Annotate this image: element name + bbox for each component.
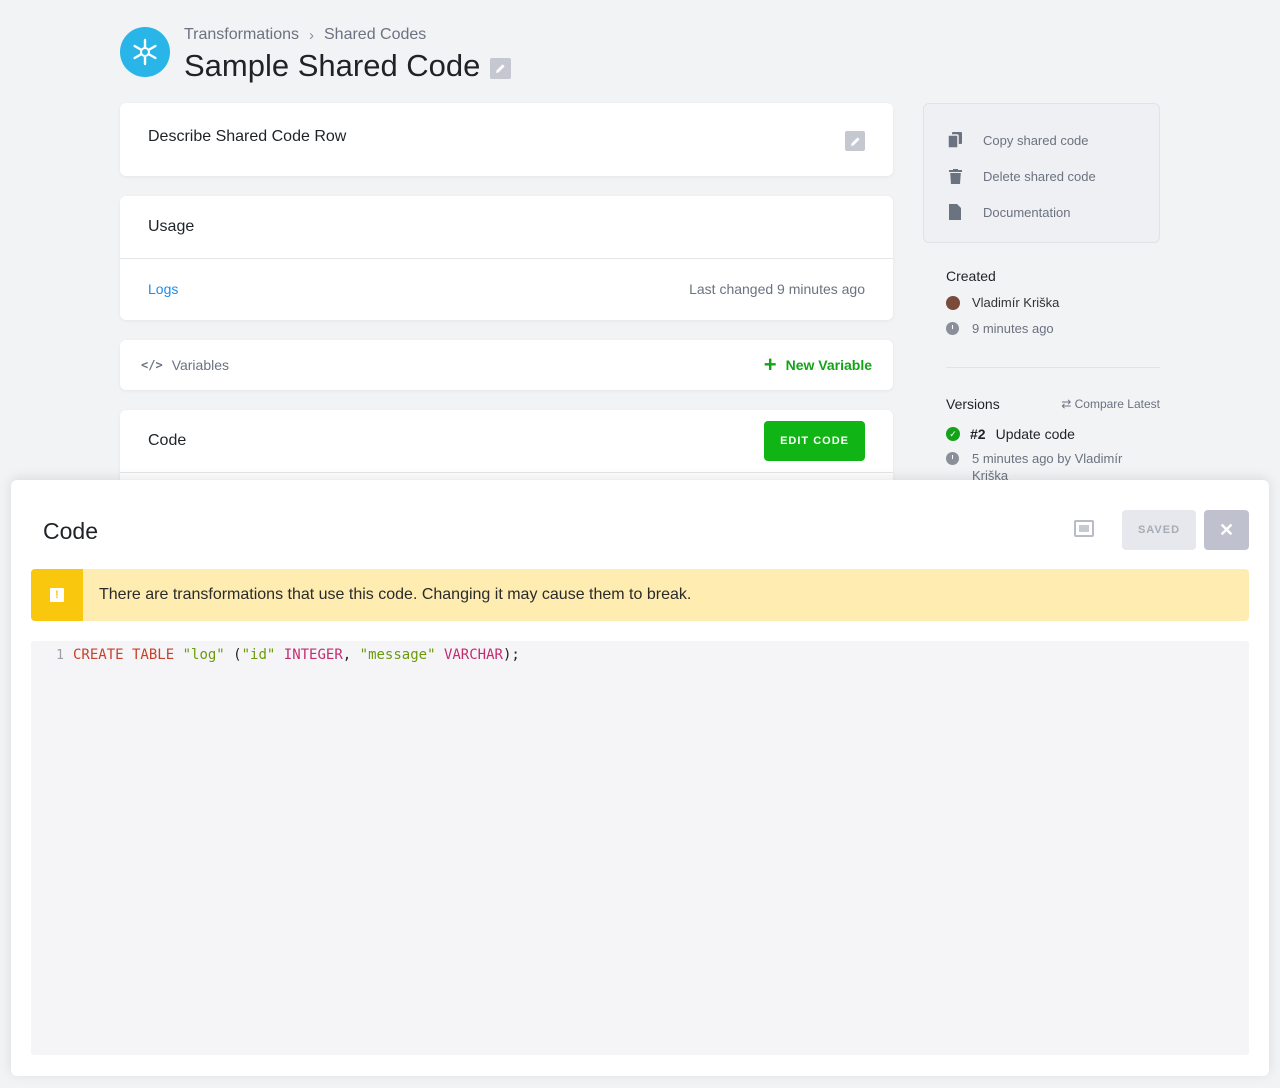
code-editor[interactable]: 1 CREATE TABLE "log" ("id" INTEGER, "mes…: [31, 641, 1249, 1055]
created-time-row: 9 minutes ago: [946, 321, 1160, 336]
token-column-id: "id": [241, 647, 276, 663]
fullscreen-toggle-icon[interactable]: [1074, 520, 1094, 537]
warning-badge: !: [31, 569, 83, 621]
token-type-integer: INTEGER: [283, 647, 343, 663]
version-meta-row: 5 minutes ago by Vladimír Kriška: [946, 450, 1160, 484]
new-variable-button[interactable]: + New Variable: [763, 352, 872, 377]
trash-icon: [948, 168, 962, 184]
clock-icon: [946, 322, 959, 335]
delete-shared-code-label: Delete shared code: [983, 168, 1096, 184]
clock-icon: [946, 452, 959, 465]
token-paren: (: [224, 647, 242, 663]
version-number: #2: [970, 426, 986, 442]
page-header: Transformations › Shared Codes Sample Sh…: [120, 22, 512, 84]
token-keyword: CREATE TABLE: [73, 647, 175, 663]
code-card-title: Code: [148, 432, 187, 449]
usage-title: Usage: [120, 196, 893, 259]
modal-title: Code: [43, 518, 98, 544]
created-time: 9 minutes ago: [972, 321, 1054, 336]
created-author: Vladimír Kriška: [972, 295, 1060, 310]
code-content: CREATE TABLE "log" ("id" INTEGER, "messa…: [73, 647, 520, 663]
code-line: 1 CREATE TABLE "log" ("id" INTEGER, "mes…: [31, 643, 1249, 667]
edit-description-pencil-icon[interactable]: [845, 131, 865, 151]
version-description: Update code: [995, 426, 1075, 442]
version-meta: 5 minutes ago by Vladimír Kriška: [972, 451, 1123, 483]
usage-row: Logs Last changed 9 minutes ago: [120, 259, 893, 319]
close-button[interactable]: ✕: [1204, 510, 1249, 550]
edit-title-pencil-icon[interactable]: [490, 57, 512, 79]
copy-shared-code-label: Copy shared code: [983, 132, 1089, 148]
created-title: Created: [946, 268, 996, 284]
code-icon: </>: [141, 358, 163, 372]
logs-link[interactable]: Logs: [148, 281, 178, 297]
warning-alert: ! There are transformations that use thi…: [31, 569, 1249, 621]
documentation-action[interactable]: Documentation: [948, 194, 1159, 230]
compare-latest-link[interactable]: ⇄ Compare Latest: [1061, 397, 1160, 411]
delete-shared-code-action[interactable]: Delete shared code: [948, 158, 1159, 194]
page-title: Sample Shared Code: [184, 48, 512, 84]
copy-shared-code-action[interactable]: Copy shared code: [948, 122, 1159, 158]
breadcrumb: Transformations › Shared Codes: [184, 22, 511, 48]
versions-section: Versions ⇄ Compare Latest ✓ #2 Update co…: [946, 396, 1160, 484]
new-variable-label: New Variable: [785, 357, 872, 373]
breadcrumb-shared-codes[interactable]: Shared Codes: [324, 26, 426, 44]
describe-label: Describe Shared Code Row: [148, 128, 347, 145]
avatar: [946, 295, 960, 310]
code-card: Code EDIT CODE: [120, 410, 893, 490]
exclamation-icon: !: [50, 588, 64, 602]
describe-card: Describe Shared Code Row: [120, 103, 893, 176]
copy-icon: [948, 132, 962, 148]
chevron-right-icon: ›: [309, 26, 314, 44]
version-row[interactable]: ✓ #2 Update code: [946, 426, 1160, 442]
token-table-name: "log": [182, 647, 225, 663]
documentation-label: Documentation: [983, 204, 1071, 220]
saved-button[interactable]: SAVED: [1122, 510, 1196, 550]
versions-title: Versions: [946, 396, 1000, 412]
created-author-row: Vladimír Kriška: [946, 295, 1160, 310]
token-comma: ,: [342, 647, 360, 663]
last-changed-text: Last changed 9 minutes ago: [689, 281, 865, 297]
document-icon: [948, 204, 962, 220]
line-number: 1: [56, 647, 64, 663]
plus-icon: +: [763, 352, 777, 377]
warning-text: There are transformations that use this …: [99, 586, 692, 603]
variables-header[interactable]: </> Variables: [141, 357, 229, 373]
sidebar-actions: Copy shared code Delete shared code Docu…: [923, 103, 1160, 243]
token-close: );: [502, 647, 520, 663]
variables-card: </> Variables + New Variable: [120, 340, 893, 390]
breadcrumb-transformations[interactable]: Transformations: [184, 26, 299, 44]
page-title-text: Sample Shared Code: [184, 48, 481, 83]
sidebar-divider: [946, 367, 1160, 368]
code-editor-modal: Code SAVED ✕ ! There are transformations…: [11, 480, 1269, 1076]
variables-label: Variables: [171, 357, 230, 373]
edit-code-button[interactable]: EDIT CODE: [764, 421, 865, 461]
token-column-message: "message": [359, 647, 436, 663]
check-circle-icon: ✓: [946, 427, 960, 441]
usage-card: Usage Logs Last changed 9 minutes ago: [120, 196, 893, 320]
token-type-varchar: VARCHAR: [443, 647, 503, 663]
snowflake-logo-icon: [120, 27, 170, 77]
created-section: Created Vladimír Kriška 9 minutes ago: [946, 268, 1160, 336]
